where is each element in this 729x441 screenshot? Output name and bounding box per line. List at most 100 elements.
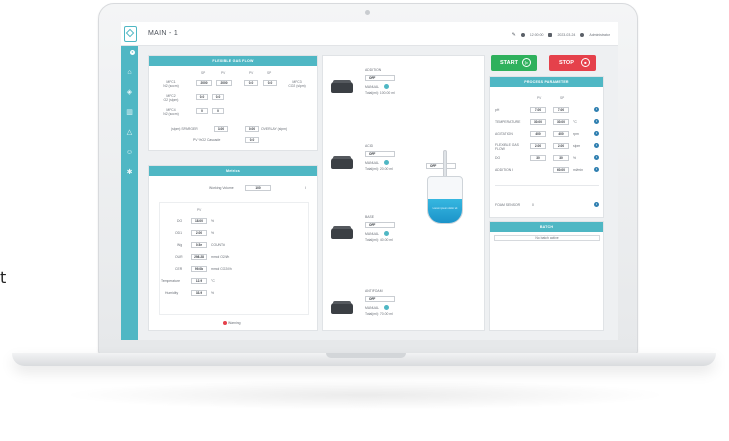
mfc4-sp[interactable]: 0 (196, 108, 208, 114)
param-sp[interactable]: 30 (553, 155, 569, 161)
metric-label: Temperature (161, 279, 181, 283)
vessel-icon[interactable]: Lorem ipsum dolor sit (427, 176, 463, 224)
metrics-panel: Metrics Working Volume 100 I PV DO 18.00… (148, 165, 318, 331)
param-sp[interactable]: 30.00 (553, 119, 569, 125)
mfc1-sp[interactable]: 2000 (196, 80, 212, 86)
metric-label: Humidity (165, 291, 179, 295)
overlay-value[interactable]: 0.00 (245, 126, 259, 132)
param-pv: 400 (530, 131, 546, 137)
start-label: START (500, 60, 518, 66)
info-icon[interactable]: i (594, 119, 599, 124)
metric-value: 12.9 (191, 278, 207, 284)
start-button[interactable]: START ▷ (491, 55, 537, 71)
metric-unit: % (211, 219, 215, 223)
pump-icon[interactable] (331, 301, 353, 314)
user-icon[interactable] (580, 33, 585, 37)
notification-badge[interactable]: 0 (130, 50, 135, 55)
param-unit: ml/min (573, 168, 583, 172)
param-label: pH (495, 108, 500, 112)
cascade-value: 0.0 (245, 137, 259, 143)
param-sp[interactable]: 7.00 (553, 107, 569, 113)
flexible-gas-panel: FLEXIBLE GAS FLOW SP PV PV SP MFC1 N2 (s… (148, 55, 318, 151)
vessel-label: Lorem ipsum dolor sit (432, 207, 458, 210)
mfc3-sp[interactable]: 0.0 (263, 80, 277, 86)
mfc2-sp[interactable]: 0.0 (196, 94, 208, 100)
user-label[interactable]: Administrator (589, 33, 610, 37)
param-pv: 30.00 (530, 119, 546, 125)
pump-name: ACID (365, 144, 374, 148)
info-icon[interactable]: i (594, 167, 599, 172)
date-label: 2023-03-24 (557, 33, 576, 37)
info-icon[interactable]: i (594, 131, 599, 136)
pump-icon[interactable] (331, 80, 353, 93)
calendar-icon (548, 33, 553, 37)
layers-icon[interactable]: ◈ (125, 88, 134, 97)
pump-state-select[interactable]: OFF (365, 75, 395, 81)
foam-value: 0 (532, 203, 534, 207)
pump-name: BASE (365, 215, 375, 219)
mfc4-unit: N2 (sccm) (163, 112, 179, 116)
info-icon[interactable]: i (594, 107, 599, 112)
param-label: DO (495, 156, 501, 160)
pump-state-select[interactable]: OFF (365, 222, 395, 228)
vessel-liquid: Lorem ipsum dolor sit (428, 199, 462, 223)
volume-marker: I (305, 186, 306, 190)
panel-title: FLEXIBLE GAS FLOW (149, 56, 317, 66)
working-volume-label: Working Volume (209, 186, 234, 190)
bar-chart-icon[interactable]: ▥ (125, 108, 134, 117)
working-volume-input[interactable]: 100 (245, 185, 271, 191)
pump-mode: MANUAL (365, 232, 380, 236)
pump-icon[interactable] (331, 226, 353, 239)
flask-icon[interactable]: △ (125, 128, 134, 137)
mfc1-pv: 2000 (216, 80, 232, 86)
vessel-state-select[interactable]: OFF (426, 163, 456, 169)
panel-title: BATCH (490, 222, 603, 232)
home-icon[interactable]: ⌂ (125, 68, 134, 77)
metric-value: 99.0b (191, 266, 207, 272)
param-unit: °C (573, 120, 577, 124)
param-pv: 30 (530, 155, 546, 161)
pump-mode: MANUAL (365, 306, 380, 310)
manual-toggle[interactable] (384, 160, 389, 165)
manual-toggle[interactable] (384, 231, 389, 236)
stop-button[interactable]: STOP ■ (549, 55, 596, 71)
laptop-shadow (60, 380, 670, 410)
laptop-notch (326, 353, 406, 358)
param-pv: 2.00 (530, 143, 546, 149)
pump-state-select[interactable]: OFF (365, 296, 395, 302)
info-icon[interactable]: i (594, 155, 599, 160)
col-pv: PV (537, 96, 542, 100)
app-logo-icon[interactable] (124, 26, 137, 42)
metric-unit: COUNT# (211, 243, 225, 247)
pump-total: Total(ml): 100.00 ml (365, 91, 395, 95)
pump-state-select[interactable]: OFF (365, 151, 395, 157)
pump-total: Total(ml): 70.00 ml (365, 312, 393, 316)
param-sp[interactable]: 2.00 (553, 143, 569, 149)
edit-icon[interactable]: ✎ (512, 32, 516, 38)
manual-toggle[interactable] (384, 305, 389, 310)
stage: t MAIN - 1 ✎ 12:00:00 2023-03-24 Adminis… (0, 0, 729, 441)
screen: MAIN - 1 ✎ 12:00:00 2023-03-24 Administr… (121, 22, 618, 340)
page-title: MAIN - 1 (148, 30, 179, 37)
sparger-value[interactable]: 3.00 (214, 126, 228, 132)
metric-value: 0.5e (191, 242, 207, 248)
user-icon[interactable]: ☺ (125, 148, 134, 157)
stop-icon: ■ (581, 58, 590, 67)
param-sp[interactable]: 60.00 (553, 167, 569, 173)
param-sp[interactable]: 400 (553, 131, 569, 137)
info-icon[interactable]: i (594, 143, 599, 148)
gear-icon[interactable]: ✱ (125, 168, 134, 177)
pump-icon[interactable] (331, 156, 353, 169)
mfc4-pv: 0 (212, 108, 224, 114)
info-icon[interactable]: i (594, 202, 599, 207)
metric-label: CER (175, 267, 183, 271)
overlay-label: OVERLAY (slpm) (261, 127, 288, 131)
pump-mode: MANUAL (365, 161, 380, 165)
param-label: FLEXIBLE GAS FLOW (495, 143, 519, 151)
manual-toggle[interactable] (384, 84, 389, 89)
pump-name: ADDITION (365, 68, 382, 72)
col-sp: SP (201, 71, 206, 75)
stop-label: STOP (559, 60, 574, 66)
param-label: ADDITION I (495, 168, 514, 172)
metric-unit: % (211, 231, 215, 235)
